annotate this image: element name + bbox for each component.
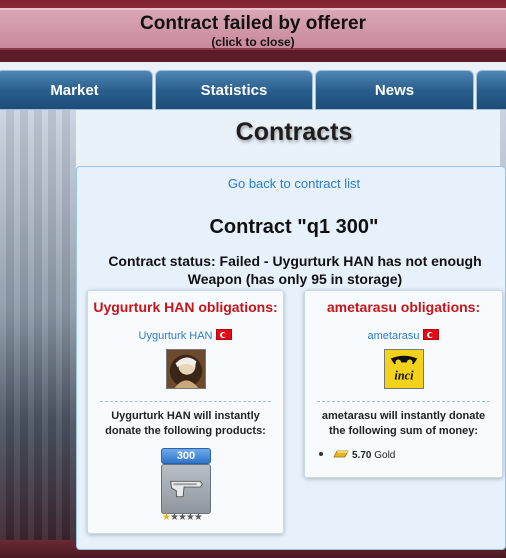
offerer-obligations-title: Uygurturk HAN obligations:: [93, 299, 278, 315]
weapon-product-tile[interactable]: [161, 464, 211, 514]
offerer-obligations-card: Uygurturk HAN obligations: Uygurturk HAN…: [87, 290, 284, 534]
notification-title: Contract failed by offerer: [140, 13, 366, 34]
gold-bar-icon: [333, 450, 349, 458]
contract-status: Contract status: Failed - Uygurturk HAN …: [108, 253, 482, 287]
offerer-donation-description: Uygurturk HAN will instantly donate the …: [105, 410, 266, 437]
nav-tab-statistics[interactable]: Statistics: [155, 70, 313, 110]
money-amount: 5.70: [352, 450, 372, 461]
turkey-flag-icon: [423, 329, 440, 340]
accepter-username-link[interactable]: ametarasu: [368, 330, 420, 342]
main-nav: Market Statistics News: [0, 70, 506, 110]
accepter-donation-description: ametarasu will instantly donate the foll…: [321, 410, 486, 437]
quality-star-empty-icon: ★: [185, 512, 195, 523]
accepter-avatar-logo-text: inci: [394, 368, 414, 382]
accepter-user-row: ametarasu: [305, 329, 502, 342]
quality-star-icon: ★: [162, 512, 171, 523]
notification-banner[interactable]: Contract failed by offerer (click to clo…: [0, 8, 506, 50]
turkey-flag-icon: [216, 329, 233, 340]
quality-star-empty-icon: ★: [177, 512, 187, 523]
offerer-card-divider: [100, 401, 271, 402]
nav-tab-news[interactable]: News: [315, 70, 474, 110]
back-to-contract-list-link[interactable]: Go back to contract list: [76, 176, 506, 191]
accepter-avatar[interactable]: inci: [384, 349, 424, 389]
product-quality-stars: ★★★★★: [162, 512, 203, 523]
notification-close-hint: (click to close): [211, 35, 295, 49]
nav-tab-more[interactable]: [476, 70, 506, 110]
product-quantity-badge: 300: [161, 448, 211, 464]
offerer-user-row: Uygurturk HAN: [88, 329, 283, 342]
list-bullet: [319, 452, 323, 456]
accepter-obligations-card: ametarasu obligations: ametarasu inci am…: [304, 290, 503, 478]
money-list-item: 5.70 Gold: [319, 449, 395, 461]
banner-bottom-strip: [0, 50, 506, 62]
money-currency: Gold: [374, 450, 396, 461]
nav-tab-market[interactable]: Market: [0, 70, 153, 110]
contract-title: Contract "q1 300": [209, 216, 379, 238]
weapon-pistol-icon: [170, 480, 203, 498]
background-city-art: [0, 108, 76, 558]
offerer-username-link[interactable]: Uygurturk HAN: [139, 330, 213, 342]
offerer-avatar[interactable]: [166, 349, 206, 389]
accepter-obligations-title: ametarasu obligations:: [326, 299, 481, 315]
accepter-card-divider: [317, 401, 490, 402]
quality-star-empty-icon: ★: [169, 512, 179, 523]
page-title: Contracts: [235, 118, 353, 146]
quality-star-empty-icon: ★: [193, 512, 203, 523]
